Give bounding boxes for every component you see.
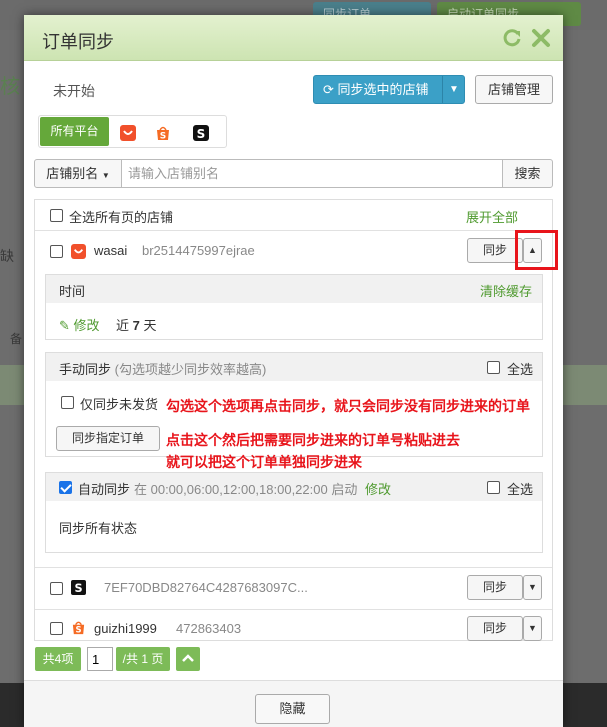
refresh-icon[interactable] bbox=[501, 27, 523, 49]
store-alias-select[interactable]: 店铺别名 ▼ bbox=[34, 159, 122, 188]
time-range: 近 7 天 bbox=[116, 315, 157, 334]
annotation-text: 勾选这个选项再点击同步，就只会同步没有同步进来的订单 bbox=[166, 398, 530, 414]
manual-sync-title: 手动同步 (勾选项越少同步效率越高) bbox=[59, 359, 266, 378]
store-list: 全选所有页的店铺 展开全部 wasai br2514475997ejrae 同步… bbox=[34, 199, 558, 641]
store-alias-input[interactable] bbox=[121, 159, 503, 188]
store-alias-select-label: 店铺别名 bbox=[46, 166, 99, 181]
annotation-text: 点击这个然后把需要同步进来的订单号粘贴进去 bbox=[166, 432, 460, 448]
background-char: 核 bbox=[0, 76, 20, 98]
edit-time-link[interactable]: ✎ 修改 bbox=[59, 315, 100, 334]
expand-toggle-button[interactable]: ▼ bbox=[523, 575, 542, 600]
total-count: 共4项 bbox=[35, 647, 81, 671]
caret-down-icon: ▼ bbox=[528, 582, 537, 592]
store-management-button[interactable]: 店铺管理 bbox=[475, 75, 553, 104]
chevron-down-icon[interactable]: ▼ bbox=[446, 76, 462, 103]
store-checkbox[interactable] bbox=[50, 582, 63, 595]
shein-icon[interactable]: S bbox=[193, 125, 209, 141]
auto-select-all-label: 全选 bbox=[507, 482, 534, 497]
annotation-text: 就可以把这个订单单独同步进来 bbox=[166, 454, 362, 470]
store-id: 7EF70DBD82764C4287683097C... bbox=[104, 580, 308, 595]
sync-selected-label: 同步选中的店铺 bbox=[337, 82, 429, 97]
total-pages: /共 1 页 bbox=[116, 647, 170, 671]
auto-sync-checkbox[interactable] bbox=[59, 481, 72, 494]
sync-all-status-label: 同步所有状态 bbox=[59, 521, 138, 536]
sync-status: 未开始 bbox=[53, 83, 95, 99]
store-search-bar: 店铺别名 ▼ 搜索 bbox=[34, 159, 553, 188]
only-unshipped-checkbox[interactable] bbox=[61, 396, 74, 409]
edit-icon: ✎ bbox=[59, 318, 70, 333]
clear-cache-link[interactable]: 清除缓存 bbox=[480, 281, 532, 300]
page-input[interactable] bbox=[87, 647, 113, 671]
store-sync-button[interactable]: 同步 bbox=[467, 616, 523, 641]
auto-sync-label: 自动同步 bbox=[78, 482, 131, 497]
store-id: br2514475997ejrae bbox=[142, 243, 255, 258]
caret-down-icon: ▼ bbox=[528, 623, 537, 633]
auto-sync-schedule: 在 00:00,06:00,12:00,18:00,22:00 启动 bbox=[134, 482, 358, 497]
dialog-title: 订单同步 bbox=[42, 32, 114, 52]
shopee-icon: S bbox=[71, 620, 86, 635]
select-all-stores-checkbox[interactable] bbox=[50, 209, 63, 222]
chevron-up-icon bbox=[182, 654, 194, 662]
sync-specific-orders-button[interactable]: 同步指定订单 bbox=[56, 426, 160, 451]
expand-toggle-button[interactable]: ▼ bbox=[523, 616, 542, 641]
select-all-stores-label: 全选所有页的店铺 bbox=[69, 210, 174, 225]
svg-text:S: S bbox=[75, 625, 81, 635]
svg-text:S: S bbox=[197, 127, 206, 141]
highlight-box bbox=[515, 230, 558, 270]
manual-select-all-checkbox[interactable] bbox=[487, 361, 500, 374]
expand-all-link[interactable]: 展开全部 bbox=[466, 207, 518, 226]
time-panel-header bbox=[46, 275, 542, 303]
shopee-icon[interactable]: S bbox=[155, 125, 171, 142]
only-unshipped-label: 仅同步未发货 bbox=[80, 397, 159, 412]
taobao-icon bbox=[71, 244, 86, 259]
sync-selected-stores-button[interactable]: ⟳ 同步选中的店铺 ▼ bbox=[313, 75, 465, 104]
recent-prefix: 近 bbox=[116, 318, 130, 333]
scroll-top-button[interactable] bbox=[176, 647, 200, 671]
store-checkbox[interactable] bbox=[50, 245, 63, 258]
taobao-icon[interactable] bbox=[120, 125, 136, 141]
background-char: 备 bbox=[10, 332, 23, 346]
recent-days: 7 bbox=[132, 318, 140, 333]
background-right-panel bbox=[563, 30, 607, 727]
svg-text:S: S bbox=[74, 582, 82, 595]
hide-button[interactable]: 隐藏 bbox=[255, 694, 330, 724]
background-char: 缺 bbox=[0, 248, 14, 264]
background-left-panel bbox=[0, 30, 26, 727]
time-panel: 时间 清除缓存 ✎ 修改 近 7 天 bbox=[45, 274, 543, 340]
manual-select-all-label: 全选 bbox=[507, 362, 534, 377]
auto-sync-panel: 自动同步 在 00:00,06:00,12:00,18:00,22:00 启动 … bbox=[45, 472, 543, 553]
svg-text:S: S bbox=[160, 132, 166, 142]
store-sync-button[interactable]: 同步 bbox=[467, 575, 523, 600]
caret-down-icon: ▼ bbox=[101, 171, 110, 180]
auto-select-all-checkbox[interactable] bbox=[487, 481, 500, 494]
tab-all-platforms[interactable]: 所有平台 bbox=[40, 117, 109, 146]
platform-filter: 所有平台 S S bbox=[38, 115, 227, 148]
store-id: 472863403 bbox=[176, 621, 242, 636]
auto-sync-edit-link[interactable]: 修改 bbox=[365, 479, 391, 498]
store-name: guizhi1999 bbox=[94, 621, 157, 636]
sync-icon: ⟳ bbox=[323, 82, 334, 97]
edit-time-label: 修改 bbox=[73, 318, 100, 333]
shein-icon: S bbox=[71, 580, 86, 595]
close-icon[interactable] bbox=[530, 27, 552, 49]
search-button[interactable]: 搜索 bbox=[502, 159, 553, 188]
manual-sync-hint: (勾选项越少同步效率越高) bbox=[114, 362, 267, 377]
manual-sync-title-text: 手动同步 bbox=[59, 362, 112, 377]
order-sync-dialog: 订单同步 未开始 ⟳ 同步选中的店铺 ▼ 店铺管理 所有平台 S S 店铺别名 … bbox=[24, 15, 563, 727]
store-checkbox[interactable] bbox=[50, 622, 63, 635]
recent-suffix: 天 bbox=[143, 318, 157, 333]
dialog-header: 订单同步 bbox=[24, 15, 563, 61]
store-name: wasai bbox=[94, 243, 128, 258]
time-label: 时间 bbox=[59, 284, 86, 299]
